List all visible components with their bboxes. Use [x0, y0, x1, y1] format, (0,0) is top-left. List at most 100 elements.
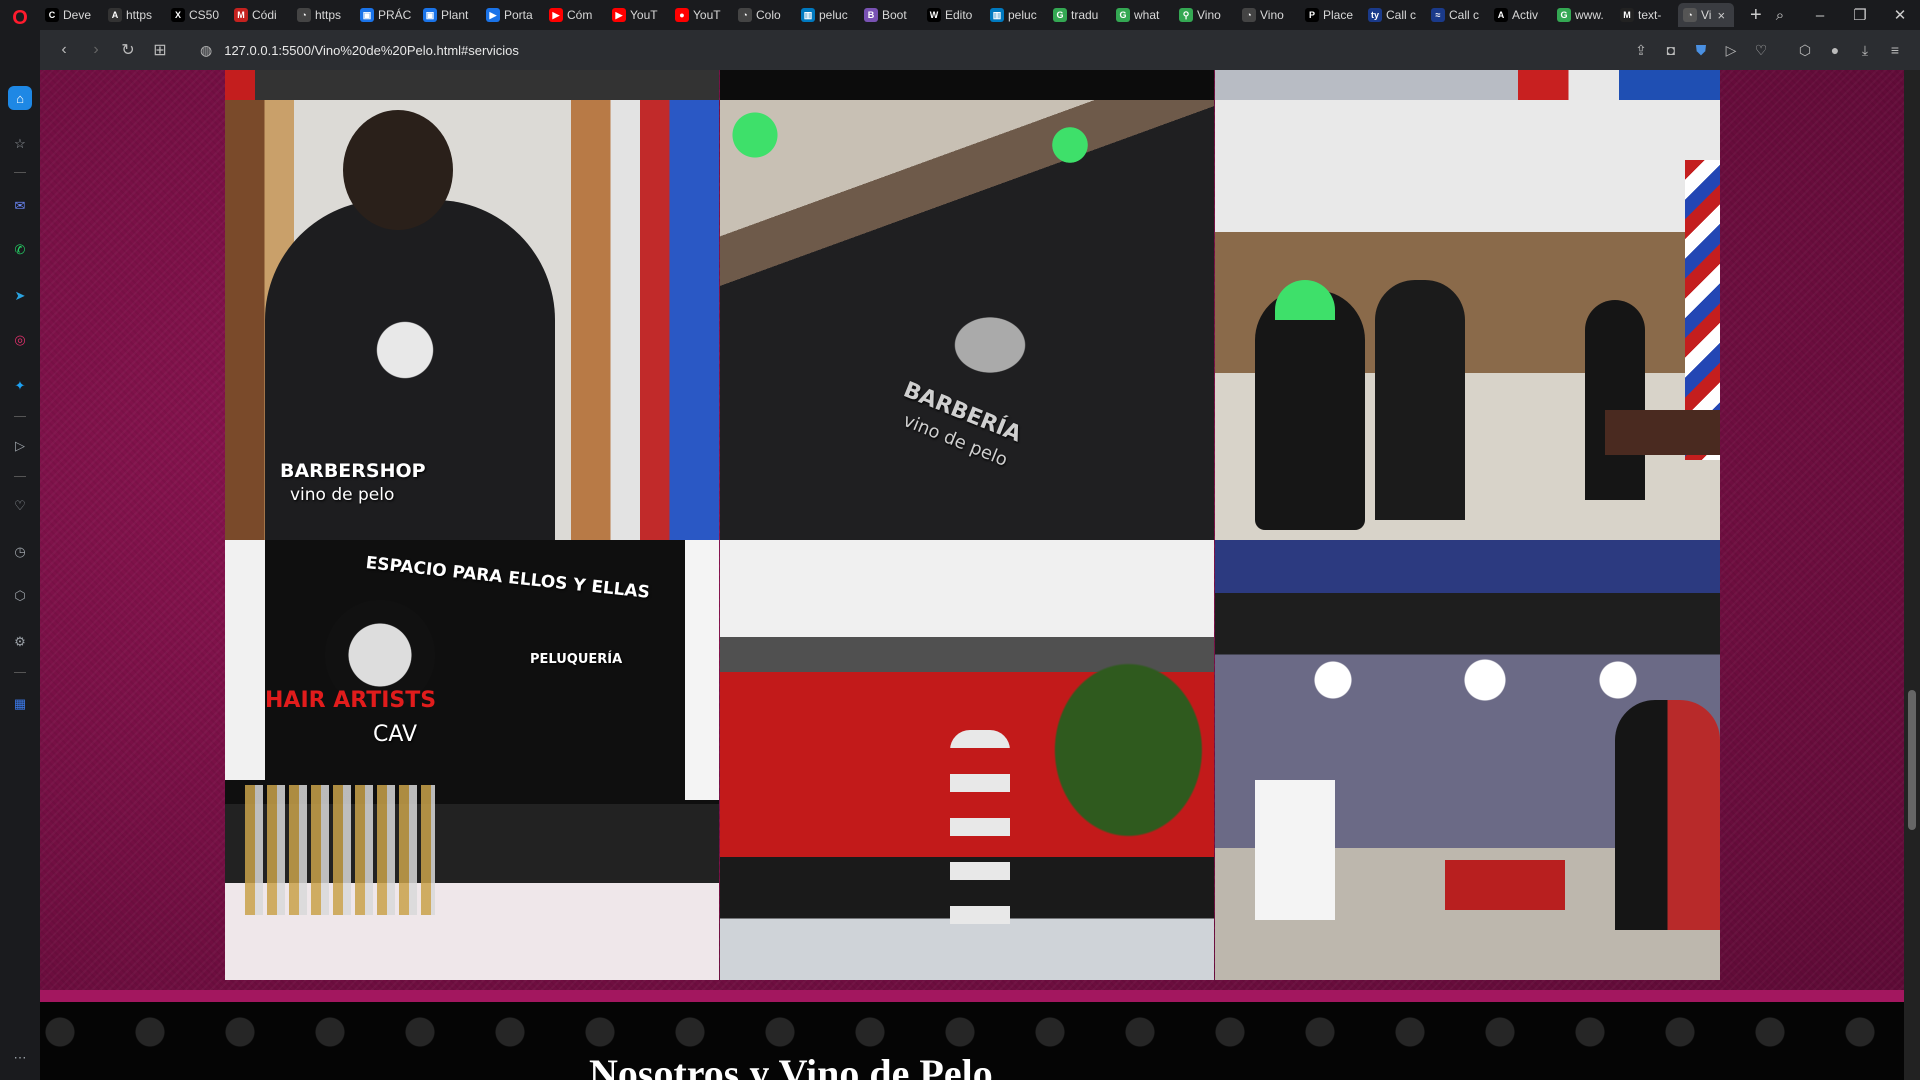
- tab-favicon-icon: C: [45, 8, 59, 22]
- globe-icon: ◍: [200, 41, 213, 58]
- tab-favicon-icon: ⚲: [1179, 8, 1193, 22]
- gallery-photo-barbers-team[interactable]: [1215, 100, 1720, 540]
- browser-tab[interactable]: ◔ Colo: [733, 3, 794, 27]
- easy-setup-menu-icon[interactable]: ≡: [1880, 42, 1910, 58]
- browser-tab[interactable]: W Edito: [922, 3, 983, 27]
- tab-favicon-icon: ▶: [486, 8, 500, 22]
- tab-label: PRÁC: [378, 8, 412, 22]
- history-icon[interactable]: ◷: [8, 540, 32, 564]
- browser-tab[interactable]: ▶ Cóm: [544, 3, 605, 27]
- extension-icon[interactable]: ▦: [8, 692, 32, 716]
- tab-label: Vi: [1701, 8, 1712, 22]
- whatsapp-icon[interactable]: ✆: [8, 238, 32, 262]
- browser-tab[interactable]: ▣ Plant: [418, 3, 479, 27]
- tab-label: YouT: [693, 8, 721, 22]
- tab-favicon-icon: P: [1305, 8, 1319, 22]
- browser-tab[interactable]: C Deve: [40, 3, 101, 27]
- home-icon[interactable]: ⌂: [8, 86, 32, 110]
- tab-favicon-icon: G: [1116, 8, 1130, 22]
- bookmark-star-icon[interactable]: ☆: [8, 132, 32, 156]
- instagram-icon[interactable]: ◎: [8, 328, 32, 352]
- browser-tab[interactable]: P Place: [1300, 3, 1361, 27]
- page-scrollbar[interactable]: [1904, 70, 1920, 1080]
- back-arrow-icon[interactable]: ‹: [48, 41, 80, 59]
- profile-avatar-icon[interactable]: ●: [1820, 42, 1850, 58]
- gallery-photo-red-chairs[interactable]: [720, 540, 1214, 980]
- browser-tab-active[interactable]: ◔ Vi ×: [1678, 3, 1734, 27]
- opera-logo-icon[interactable]: O: [8, 6, 32, 30]
- extensions-cube-icon[interactable]: ⬡: [1790, 42, 1820, 59]
- browser-tab[interactable]: X CS50: [166, 3, 227, 27]
- messenger-icon[interactable]: ✉: [8, 194, 32, 218]
- vpn-shield-icon[interactable]: ⛊: [1686, 42, 1716, 59]
- twitter-icon[interactable]: ✦: [8, 374, 32, 398]
- browser-tab[interactable]: B Boot: [859, 3, 920, 27]
- gallery-photo-hair-artists-wall[interactable]: ESPACIO PARA ELLOS Y ELLAS HAIR ARTISTS …: [225, 540, 719, 980]
- browser-tab[interactable]: ▣ PRÁC: [355, 3, 416, 27]
- browser-tab[interactable]: Gwww.: [1552, 3, 1613, 27]
- gallery-photo-strip-1[interactable]: [225, 70, 719, 100]
- close-window-button[interactable]: ✕: [1880, 6, 1920, 24]
- browser-tab[interactable]: ▥ peluc: [796, 3, 857, 27]
- gallery-photo-barbershop-back[interactable]: BARBERSHOP vino de pelo: [225, 100, 719, 540]
- telegram-icon[interactable]: ➤: [8, 284, 32, 308]
- share-icon[interactable]: ⇪: [1626, 42, 1656, 59]
- forward-arrow-icon[interactable]: ›: [80, 41, 112, 59]
- browser-tab[interactable]: ▶ YouT: [607, 3, 668, 27]
- favorite-heart-icon[interactable]: ♡: [1746, 42, 1776, 59]
- browser-tab[interactable]: ● YouT: [670, 3, 731, 27]
- browser-tab[interactable]: M Códi: [229, 3, 290, 27]
- browser-tab[interactable]: Ahttps: [103, 3, 164, 27]
- photo-extra-label-2: CAV: [373, 722, 418, 747]
- tab-label: Cóm: [567, 8, 593, 22]
- tab-label: Boot: [882, 8, 907, 22]
- gallery-photo-barberia-cape[interactable]: BARBERÍA vino de pelo: [720, 100, 1214, 540]
- browser-tab[interactable]: ◔ Vino: [1237, 3, 1298, 27]
- browser-tab[interactable]: ▥ peluc: [985, 3, 1046, 27]
- tab-close-icon[interactable]: ×: [1717, 8, 1725, 23]
- cube-icon[interactable]: ⬡: [8, 584, 32, 608]
- tab-label: Call c: [1449, 8, 1480, 22]
- gallery-photo-strip-2[interactable]: [720, 70, 1214, 100]
- downloads-icon[interactable]: ⤓: [1850, 42, 1880, 59]
- browser-tab[interactable]: Gtradu: [1048, 3, 1109, 27]
- tab-favicon-icon: ◔: [1683, 8, 1697, 22]
- photo-subcaption: vino de pelo: [290, 485, 395, 505]
- tab-favicon-icon: ≈: [1431, 8, 1445, 22]
- minimize-button[interactable]: –: [1800, 7, 1840, 24]
- tab-label: Deve: [63, 8, 92, 22]
- player-icon[interactable]: ▷: [8, 434, 32, 458]
- tab-favicon-icon: ▣: [360, 8, 374, 22]
- tab-favicon-icon: M: [1620, 8, 1634, 22]
- tab-label: www.: [1575, 8, 1604, 22]
- send-icon[interactable]: ▷: [1716, 42, 1746, 59]
- browser-tab[interactable]: ◔ https: [292, 3, 353, 27]
- browser-tab[interactable]: ▶ Porta: [481, 3, 542, 27]
- tab-search-icon[interactable]: ⌕: [1760, 7, 1800, 24]
- tab-label: tradu: [1071, 8, 1099, 22]
- browser-tab[interactable]: ⚲ Vino: [1174, 3, 1235, 27]
- tab-favicon-icon: X: [171, 8, 185, 22]
- gallery-photo-salon-interior[interactable]: [1215, 540, 1720, 980]
- more-dots-icon[interactable]: ⋯: [8, 1046, 32, 1070]
- nosotros-section: Nosotros y Vino de Pelo: [40, 1002, 1904, 1080]
- settings-gear-icon[interactable]: ⚙: [8, 630, 32, 654]
- tab-strip: C Deve Ahttps X CS50 M Códi ◔ https ▣ PRÁC ▣ Plant ▶ P…: [40, 0, 1920, 30]
- browser-tab[interactable]: ty Call c: [1363, 3, 1424, 27]
- restore-button[interactable]: ❐: [1840, 6, 1880, 24]
- browser-tab[interactable]: A Activ: [1489, 3, 1550, 27]
- browser-tab[interactable]: Mtext-: [1615, 3, 1676, 27]
- gallery-photo-strip-3[interactable]: [1215, 70, 1720, 100]
- tab-favicon-icon: G: [1557, 8, 1571, 22]
- tab-grid-icon[interactable]: ⊞: [144, 40, 176, 60]
- reload-icon[interactable]: ↻: [112, 40, 144, 60]
- url-text: 127.0.0.1:5500/Vino%20de%20Pelo.html#ser…: [224, 42, 519, 58]
- browser-tab[interactable]: Gwhat: [1111, 3, 1172, 27]
- tab-label: Call c: [1386, 8, 1417, 22]
- scrollbar-thumb[interactable]: [1908, 690, 1916, 830]
- url-field[interactable]: ◍ 127.0.0.1:5500/Vino%20de%20Pelo.html#s…: [200, 42, 519, 59]
- browser-tab[interactable]: ≈ Call c: [1426, 3, 1487, 27]
- tab-label: https: [126, 8, 153, 22]
- heart-icon[interactable]: ♡: [8, 494, 32, 518]
- snapshot-camera-icon[interactable]: ◘: [1656, 42, 1686, 58]
